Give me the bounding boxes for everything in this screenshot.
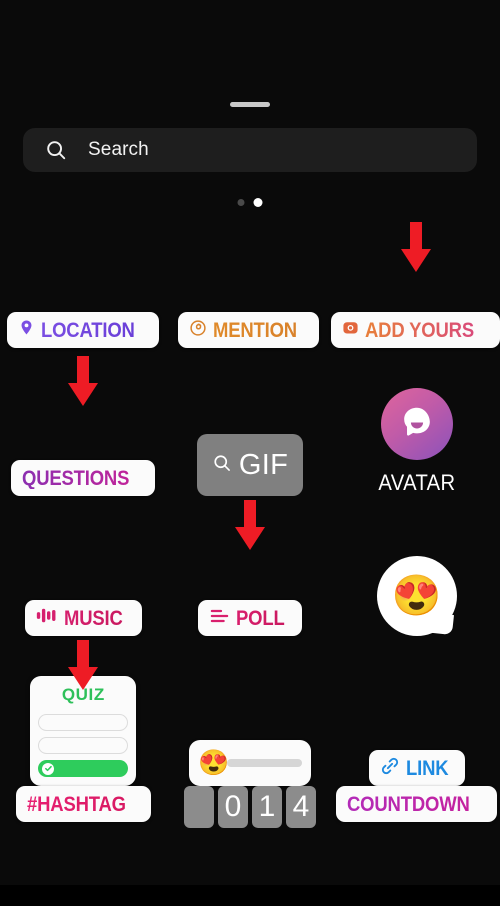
sticker-row-2: QUESTIONS GIF AVATAR <box>0 348 500 496</box>
countdown-digit-1: 0 <box>217 786 248 828</box>
sticker-cell-emoji-reaction: 😍 <box>376 496 457 636</box>
chain-link-icon <box>380 756 400 781</box>
poll-bars-icon <box>209 607 230 630</box>
sticker-questions-label: QUESTIONS <box>22 466 130 490</box>
pointer-arrow-add-yours <box>400 222 431 274</box>
sticker-row-3: MUSIC POLL 😍 <box>0 496 500 636</box>
sticker-hashtag[interactable]: #HASHTAG <box>16 786 151 822</box>
sticker-mention-label: MENTION <box>212 318 297 342</box>
camera-icon <box>342 319 359 341</box>
sticker-avatar[interactable] <box>380 388 453 460</box>
pointer-arrow-questions <box>68 356 99 408</box>
heart-eyes-emoji: 😍 <box>197 748 230 777</box>
page-dot-1[interactable] <box>237 199 245 206</box>
heart-eyes-emoji: 😍 <box>391 574 442 618</box>
sticker-gif[interactable]: GIF <box>196 434 303 496</box>
countdown-digit-3: 4 <box>285 786 316 828</box>
sticker-cell-mention: MENTION <box>177 230 320 348</box>
sticker-cell-countdown: COUNTDOWN <box>335 786 498 906</box>
pointer-arrow-poll <box>234 500 265 552</box>
sticker-countdown-digits[interactable]: 0 1 4 <box>183 786 316 828</box>
sticker-row-4: QUIZ 😍 LINK <box>0 636 500 786</box>
search-bar[interactable]: Search <box>23 128 477 172</box>
sticker-cell-link: LINK <box>368 636 465 786</box>
countdown-digit-2: 1 <box>251 786 282 828</box>
sticker-music[interactable]: MUSIC <box>24 600 142 636</box>
sticker-emoji-reaction[interactable]: 😍 <box>376 556 457 636</box>
sticker-quiz[interactable]: QUIZ <box>30 676 137 786</box>
map-pin-icon <box>18 319 35 341</box>
sticker-poll-label: POLL <box>235 606 285 630</box>
sticker-tray-sheet: Search LOCATION MENTION ADD YOURS QUESTI… <box>0 0 500 885</box>
sticker-hashtag-label: #HASHTAG <box>27 792 127 816</box>
quiz-option-2[interactable] <box>38 737 129 754</box>
avatar-face-icon <box>398 403 436 446</box>
page-dot-2[interactable] <box>253 198 263 207</box>
sticker-music-label: MUSIC <box>63 606 123 630</box>
countdown-digit-0 <box>183 786 214 828</box>
sticker-gif-label: GIF <box>238 448 289 481</box>
page-indicator <box>237 198 263 207</box>
quiz-option-3-correct[interactable] <box>38 760 129 777</box>
sticker-countdown[interactable]: COUNTDOWN <box>335 786 498 822</box>
sticker-questions[interactable]: QUESTIONS <box>11 460 156 496</box>
sticker-add-yours-label: ADD YOURS <box>365 318 475 342</box>
sticker-grid: LOCATION MENTION ADD YOURS QUESTIONS GIF… <box>0 222 500 906</box>
sticker-cell-location: LOCATION <box>7 230 159 348</box>
sticker-emoji-slider[interactable]: 😍 <box>188 740 311 786</box>
sticker-cell-hashtag: #HASHTAG <box>16 786 151 906</box>
sticker-row-1: LOCATION MENTION ADD YOURS <box>0 222 500 348</box>
sticker-cell-questions: QUESTIONS <box>11 348 156 496</box>
sticker-cell-emoji-slider: 😍 <box>188 636 311 786</box>
sticker-row-5: #HASHTAG 0 1 4 COUNTDOWN <box>0 786 500 906</box>
search-icon <box>45 139 67 161</box>
sticker-avatar-label: AVATAR <box>378 470 456 495</box>
sticker-cell-poll: POLL <box>197 496 303 636</box>
quiz-option-1[interactable] <box>38 714 129 731</box>
sticker-cell-avatar: AVATAR <box>375 348 459 496</box>
sticker-link-label: LINK <box>405 756 449 780</box>
sticker-poll[interactable]: POLL <box>197 600 303 636</box>
at-mention-icon <box>189 319 207 342</box>
sticker-location[interactable]: LOCATION <box>7 312 159 348</box>
sticker-location-label: LOCATION <box>41 318 135 342</box>
search-input[interactable]: Search <box>88 139 149 161</box>
search-icon <box>212 453 232 478</box>
check-icon <box>42 762 55 775</box>
pointer-arrow-quiz <box>68 640 99 692</box>
sticker-mention[interactable]: MENTION <box>177 312 320 348</box>
sticker-countdown-label: COUNTDOWN <box>346 792 470 816</box>
sticker-cell-music: MUSIC <box>24 496 142 636</box>
music-waveform-icon <box>36 606 58 630</box>
sticker-cell-gif: GIF <box>196 348 303 496</box>
sticker-add-yours[interactable]: ADD YOURS <box>331 312 500 348</box>
sheet-drag-handle[interactable] <box>230 102 270 107</box>
sticker-cell-quiz: QUIZ <box>30 636 137 786</box>
emoji-slider-track[interactable] <box>227 759 302 767</box>
sticker-cell-countdown-digits: 0 1 4 <box>183 786 316 906</box>
sticker-cell-add-yours: ADD YOURS <box>331 222 500 348</box>
sticker-link[interactable]: LINK <box>368 750 465 786</box>
